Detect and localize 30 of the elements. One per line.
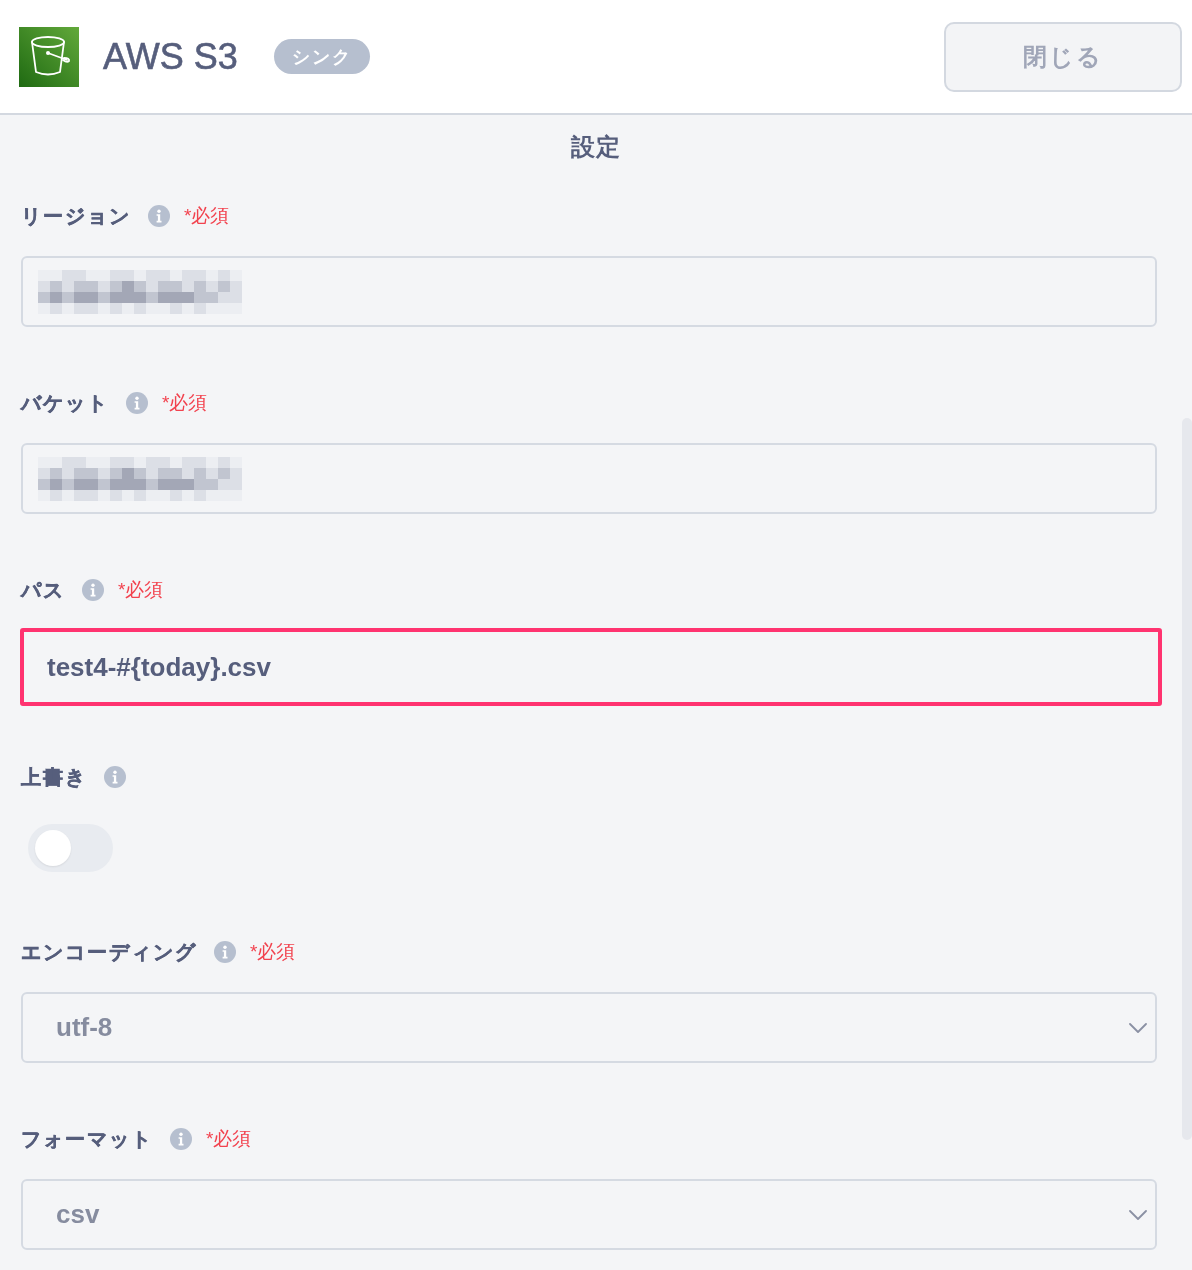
- field-label: パス: [21, 577, 65, 603]
- chevron-down-icon: [1129, 1022, 1147, 1033]
- section-title: 設定: [570, 133, 622, 161]
- required-label: *必須: [250, 940, 296, 964]
- required-label: *必須: [206, 1127, 252, 1151]
- info-icon: [104, 766, 126, 788]
- info-icon: [148, 205, 170, 227]
- field-label: エンコーディング: [21, 939, 197, 965]
- field-label: リージョン: [21, 203, 131, 229]
- page-title: AWS S3: [103, 35, 238, 78]
- info-icon: [170, 1128, 192, 1150]
- bucket-icon: [19, 26, 79, 87]
- dropdown-select[interactable]: csv: [21, 1179, 1157, 1250]
- toggle-switch[interactable]: [28, 824, 113, 872]
- info-icon: [126, 392, 148, 414]
- close-button[interactable]: 閉じる: [944, 21, 1182, 92]
- dropdown-select[interactable]: utf-8: [21, 992, 1157, 1063]
- required-label: *必須: [184, 204, 230, 228]
- required-label: *必須: [118, 578, 164, 602]
- text-input[interactable]: test4-#{today}.csv: [20, 628, 1162, 706]
- info-icon: [214, 941, 236, 963]
- field-label: バケット: [21, 390, 109, 416]
- type-badge: シンク: [273, 39, 370, 74]
- text-input[interactable]: [21, 443, 1157, 514]
- required-label: *必須: [162, 391, 208, 415]
- field-label: 上書き: [21, 764, 87, 790]
- chevron-down-icon: [1129, 1209, 1147, 1220]
- text-input[interactable]: [21, 256, 1157, 327]
- field-label: フォーマット: [21, 1126, 153, 1152]
- info-icon: [82, 579, 104, 601]
